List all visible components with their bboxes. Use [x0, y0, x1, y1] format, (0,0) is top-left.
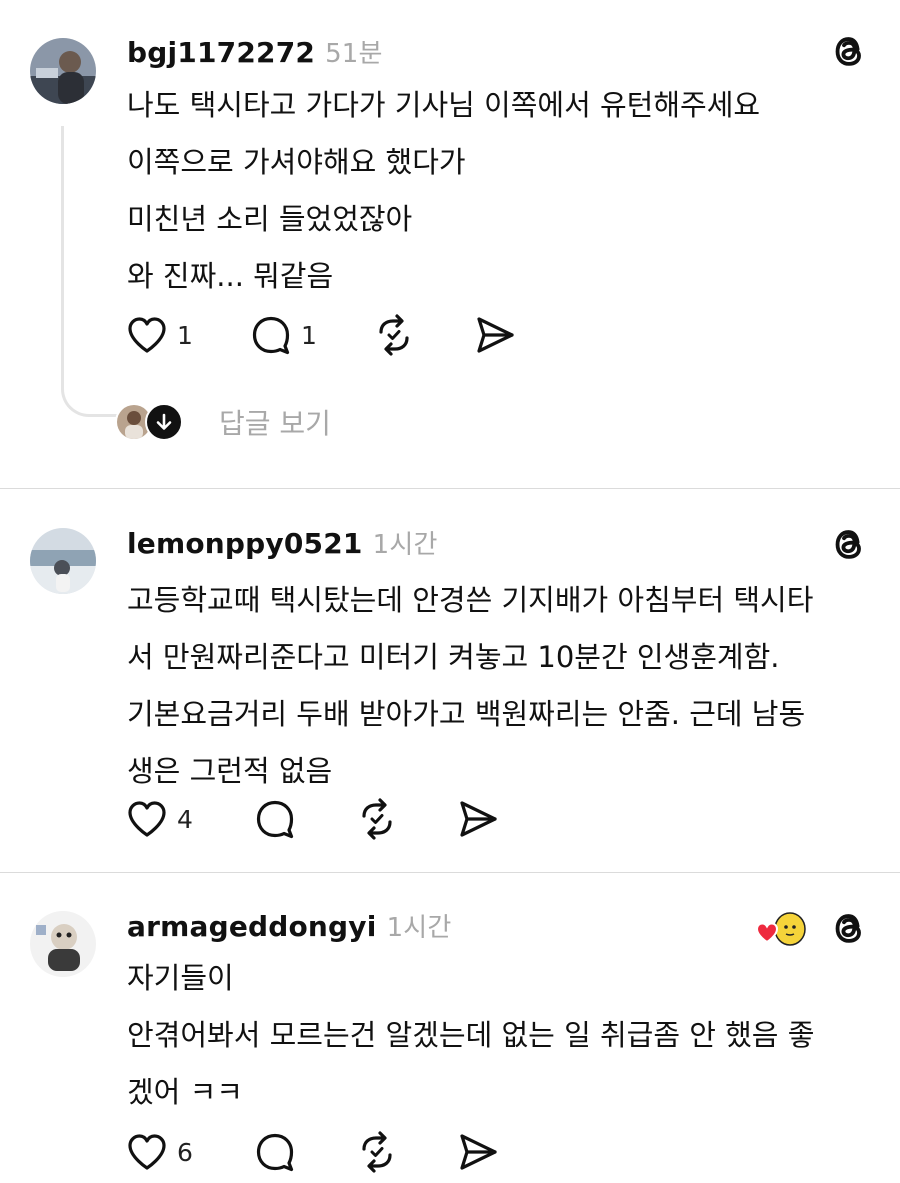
- share-icon: [456, 1130, 500, 1174]
- avatar[interactable]: [30, 911, 96, 977]
- comment-button[interactable]: 1: [249, 310, 317, 360]
- like-button[interactable]: 4: [125, 794, 193, 844]
- avatar[interactable]: [30, 38, 96, 104]
- arrow-down-icon: [145, 403, 183, 441]
- username[interactable]: armageddongyi 1시간: [127, 907, 452, 944]
- like-count: 4: [177, 804, 193, 834]
- post-time: 51분: [325, 39, 383, 69]
- post-2: lemonppy0521 1시간 고등학교때 택시탔는데 안경쓴 기지배가 아침부…: [0, 489, 900, 872]
- view-replies-link[interactable]: 답글 보기: [219, 402, 331, 442]
- post-line: 생은 그런적 없음: [127, 754, 333, 788]
- post-line: 자기들이: [127, 961, 234, 995]
- heart-icon: [125, 1130, 169, 1174]
- thread-line: [61, 126, 120, 417]
- username-text[interactable]: armageddongyi: [127, 910, 377, 943]
- post-line: 서 만원짜리준다고 미터기 켜놓고 10분간 인생훈계함.: [127, 640, 780, 674]
- post-time: 1시간: [386, 913, 452, 943]
- share-button[interactable]: [456, 1127, 500, 1177]
- share-icon: [456, 797, 500, 841]
- post-line: 와 진짜... 뭐같음: [127, 259, 334, 293]
- repost-button[interactable]: [355, 1127, 399, 1177]
- repost-icon: [355, 1130, 399, 1174]
- post-body: 자기들이 안겪어봐서 모르는건 알겠는데 없는 일 취급좀 안 했음 좋 겠어 …: [127, 950, 877, 1121]
- post-line: 고등학교때 택시탔는데 안경쓴 기지배가 아침부터 택시타: [127, 583, 814, 617]
- username-text[interactable]: lemonppy0521: [127, 527, 363, 560]
- comment-icon: [249, 313, 293, 357]
- post-3: armageddongyi 1시간 자기들이 안겪어봐서 모르는건 알겠는데 없는…: [0, 873, 900, 1183]
- post-line: 나도 택시타고 가다가 기사님 이쪽에서 유턴해주세요: [127, 88, 761, 122]
- view-replies-row[interactable]: 답글 보기: [115, 402, 331, 442]
- like-button[interactable]: 6: [125, 1127, 193, 1177]
- repost-icon: [355, 797, 399, 841]
- comment-icon: [253, 797, 297, 841]
- post-body: 나도 택시타고 가다가 기사님 이쪽에서 유턴해주세요 이쪽으로 가셔야해요 했…: [127, 77, 877, 305]
- avatar[interactable]: [30, 528, 96, 594]
- repost-icon: [372, 313, 416, 357]
- repost-button[interactable]: [355, 794, 399, 844]
- threads-icon[interactable]: [828, 907, 870, 949]
- post-line: 겠어 ㅋㅋ: [127, 1075, 243, 1109]
- like-count: 6: [177, 1137, 193, 1167]
- post-line: 기본요금거리 두배 받아가고 백원짜리는 안줌. 근데 남동: [127, 697, 806, 731]
- username[interactable]: bgj1172272 51분: [127, 33, 383, 70]
- threads-icon[interactable]: [828, 523, 870, 565]
- repost-button[interactable]: [372, 310, 416, 360]
- post-line: 이쪽으로 가셔야해요 했다가: [127, 145, 466, 179]
- comment-count: 1: [301, 320, 317, 350]
- username-text[interactable]: bgj1172272: [127, 36, 315, 69]
- comment-button[interactable]: [253, 1127, 297, 1177]
- share-icon: [473, 313, 517, 357]
- post-line: 미친년 소리 들었었잖아: [127, 202, 413, 236]
- share-button[interactable]: [473, 310, 517, 360]
- comment-button[interactable]: [253, 794, 297, 844]
- post-body: 고등학교때 택시탔는데 안경쓴 기지배가 아침부터 택시타 서 만원짜리준다고 …: [127, 572, 877, 800]
- heart-icon: [125, 797, 169, 841]
- post-line: 안겪어봐서 모르는건 알겠는데 없는 일 취급좀 안 했음 좋: [127, 1018, 815, 1052]
- reactor-avatars[interactable]: [754, 908, 812, 950]
- share-button[interactable]: [456, 794, 500, 844]
- post-time: 1시간: [372, 530, 438, 560]
- heart-icon: [125, 313, 169, 357]
- like-count: 1: [177, 320, 193, 350]
- like-button[interactable]: 1: [125, 310, 193, 360]
- username[interactable]: lemonppy0521 1시간: [127, 524, 438, 561]
- heart-reaction-icon: [755, 922, 779, 944]
- threads-icon[interactable]: [828, 30, 870, 72]
- post-1: bgj1172272 51분 나도 택시타고 가다가 기사님 이쪽에서 유턴해주세…: [0, 0, 900, 488]
- comment-icon: [253, 1130, 297, 1174]
